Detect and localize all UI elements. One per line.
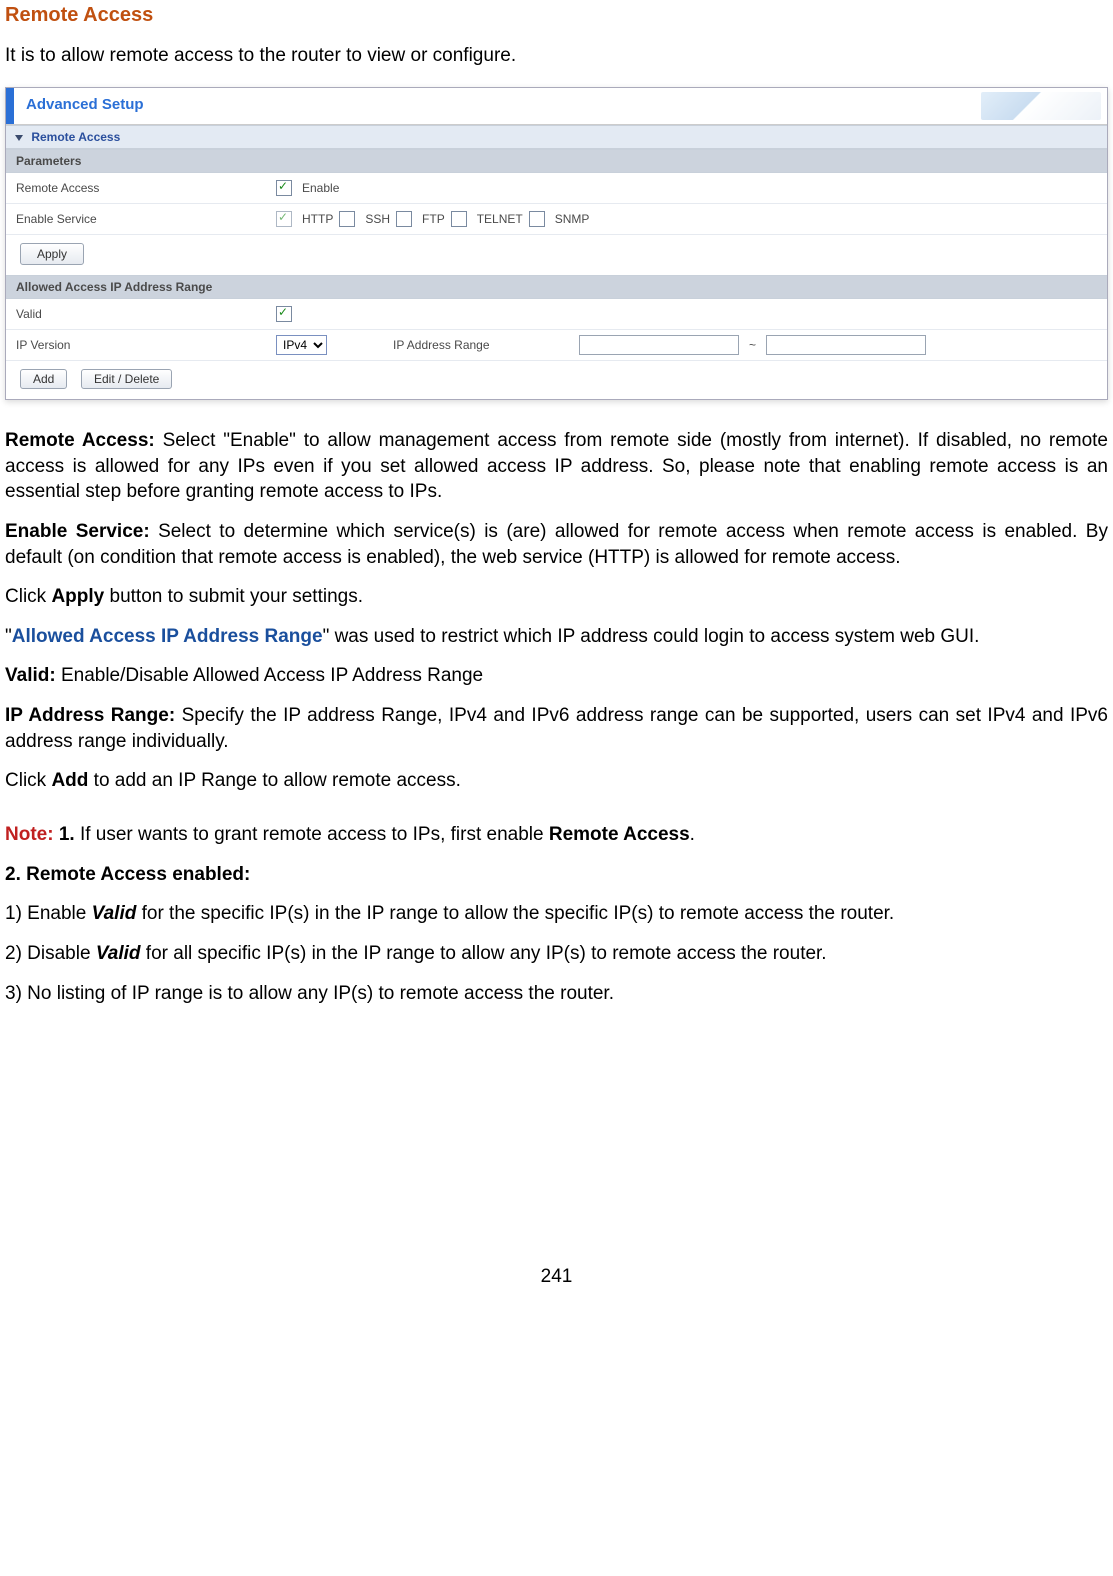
para-valid-rest: Enable/Disable Allowed Access IP Address… [56,665,483,686]
add-edit-row: Add Edit / Delete [6,361,1107,399]
telnet-checkbox[interactable] [451,211,467,227]
ssh-label: SSH [365,212,390,226]
note1-post: . [690,824,695,845]
intro-text: It is to allow remote access to the rout… [5,45,1108,67]
row-enable-service: Enable Service HTTP SSH FTP TELNET SNMP [6,204,1107,235]
para-add: Click Add to add an IP Range to allow re… [5,768,1108,794]
para-apply: Click Apply button to submit your settin… [5,584,1108,610]
http-label: HTTP [302,212,333,226]
para-ip-range: IP Address Range: Specify the IP address… [5,703,1108,754]
note1-bold: Remote Access [549,824,690,845]
header-accent [6,88,14,124]
row-valid: Valid [6,299,1107,330]
header-decor-icon [981,92,1101,120]
note-label: Note: [5,824,54,845]
note2-text: 2. Remote Access enabled: [5,864,250,885]
note2-2-post: for all specific IP(s) in the IP range t… [141,943,827,964]
para-enable-service: Enable Service: Select to determine whic… [5,519,1108,570]
valid-checkbox[interactable] [276,306,292,322]
page-number: 241 [5,1266,1108,1288]
note1-num: 1. [54,824,75,845]
header-title: Advanced Setup [26,96,144,113]
note2-1-ital: Valid [92,903,137,924]
para-allowed-range: "Allowed Access IP Address Range" was us… [5,624,1108,650]
row-remote-access: Remote Access Enable [6,173,1107,204]
para-allowed-rest: " was used to restrict which IP address … [323,626,980,647]
remote-access-label: Remote Access [16,181,276,195]
ftp-label: FTP [422,212,445,226]
section-allowed-range: Allowed Access IP Address Range [6,275,1107,299]
para-apply-strong: Apply [51,586,104,607]
note2-1-pre: 1) Enable [5,903,92,924]
page-title: Remote Access [5,4,1108,27]
edit-delete-button[interactable]: Edit / Delete [81,369,172,389]
para-add-post: to add an IP Range to allow remote acces… [88,770,460,791]
range-tilde: ~ [749,338,756,352]
add-button[interactable]: Add [20,369,67,389]
note-2-3: 3) No listing of IP range is to allow an… [5,981,1108,1007]
ip-range-end-input[interactable] [766,335,926,355]
note2-2-ital: Valid [96,943,141,964]
note-2-1: 1) Enable Valid for the specific IP(s) i… [5,901,1108,927]
ftp-checkbox[interactable] [396,211,412,227]
ip-range-start-input[interactable] [579,335,739,355]
row-ip-version: IP Version IPv4 IP Address Range ~ [6,330,1107,361]
para-enable-service-strong: Enable Service: [5,521,150,542]
para-ip-range-strong: IP Address Range: [5,705,175,726]
enable-text: Enable [302,181,339,195]
snmp-label: SNMP [555,212,590,226]
remote-access-checkbox[interactable] [276,180,292,196]
para-remote-access-rest: Select "Enable" to allow management acce… [5,430,1108,502]
note-2-2: 2) Disable Valid for all specific IP(s) … [5,941,1108,967]
panel-header: Advanced Setup [6,88,1107,125]
apply-row: Apply [6,235,1107,275]
snmp-checkbox[interactable] [529,211,545,227]
para-valid-strong: Valid: [5,665,56,686]
para-remote-access: Remote Access: Select "Enable" to allow … [5,428,1108,505]
note-1: Note: 1. If user wants to grant remote a… [5,822,1108,848]
para-enable-service-rest: Select to determine which service(s) is … [5,521,1108,568]
para-valid: Valid: Enable/Disable Allowed Access IP … [5,663,1108,689]
valid-label: Valid [16,307,276,321]
http-checkbox[interactable] [276,211,292,227]
ip-range-label: IP Address Range [393,338,573,352]
section-remote-access[interactable]: Remote Access [6,125,1107,149]
para-allowed-blue: Allowed Access IP Address Range [12,626,323,647]
ssh-checkbox[interactable] [339,211,355,227]
ip-version-select[interactable]: IPv4 [276,335,327,355]
router-config-panel: Advanced Setup Remote Access Parameters … [5,87,1108,400]
section-parameters: Parameters [6,149,1107,173]
para-apply-post: button to submit your settings. [104,586,363,607]
para-add-pre: Click [5,770,51,791]
note-2-header: 2. Remote Access enabled: [5,862,1108,888]
ip-version-label: IP Version [16,338,276,352]
apply-button[interactable]: Apply [20,243,84,265]
note2-2-pre: 2) Disable [5,943,96,964]
section-remote-access-label: Remote Access [31,130,120,144]
para-remote-access-strong: Remote Access: [5,430,155,451]
para-add-strong: Add [51,770,88,791]
para-apply-pre: Click [5,586,51,607]
note1-pre: If user wants to grant remote access to … [75,824,549,845]
enable-service-label: Enable Service [16,212,276,226]
para-allowed-q1: " [5,626,12,647]
telnet-label: TELNET [477,212,523,226]
note2-1-post: for the specific IP(s) in the IP range t… [136,903,894,924]
